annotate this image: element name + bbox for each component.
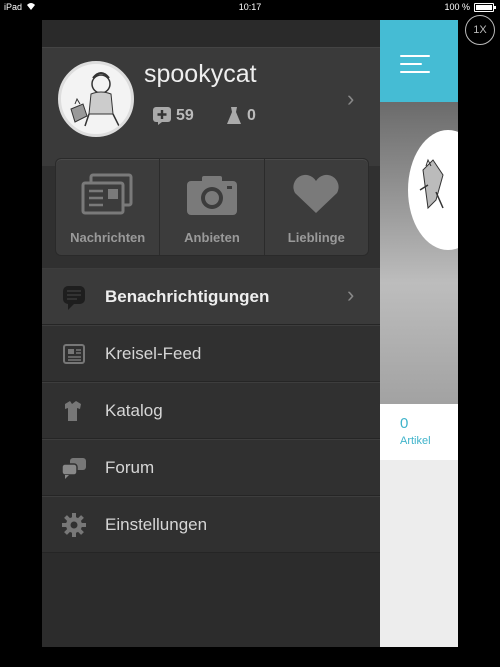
- menu-item-feed[interactable]: Kreisel-Feed: [42, 325, 380, 382]
- avatar: [58, 61, 134, 137]
- points-stat: 59: [152, 106, 194, 126]
- side-drawer: spookycat 59 0 › Nachrichten Anbieten Li…: [42, 20, 380, 647]
- zoom-button[interactable]: 1X: [465, 15, 495, 45]
- articles-label: Artikel: [400, 435, 431, 447]
- inbox-icon: [81, 173, 133, 215]
- menu-label-notifications: Benachrichtigungen: [105, 287, 270, 306]
- menu-item-notifications[interactable]: Benachrichtigungen ›: [42, 268, 380, 325]
- clock: 10:17: [238, 2, 262, 12]
- items-stat: 0: [225, 106, 256, 126]
- menu-label-catalog: Katalog: [105, 401, 163, 420]
- offer-label: Anbieten: [184, 230, 240, 245]
- newspaper-icon: [63, 344, 85, 364]
- favorites-button[interactable]: Lieblinge: [263, 159, 368, 255]
- camera-icon: [186, 176, 237, 215]
- menu-item-settings[interactable]: Einstellungen: [42, 496, 380, 553]
- dress-icon: [227, 107, 241, 124]
- articles-count: 0: [400, 415, 409, 432]
- quick-actions: Nachrichten Anbieten Lieblinge: [55, 158, 369, 256]
- hamburger-menu-icon[interactable]: [400, 55, 430, 79]
- main-empty-area: [380, 460, 458, 647]
- favorites-label: Lieblinge: [287, 230, 345, 245]
- menu-label-feed: Kreisel-Feed: [105, 344, 202, 363]
- heart-icon: [293, 174, 339, 213]
- messages-button[interactable]: Nachrichten: [56, 159, 159, 255]
- chevron-right-icon: ›: [347, 86, 355, 111]
- offer-button[interactable]: Anbieten: [159, 159, 263, 255]
- menu-item-catalog[interactable]: Katalog: [42, 382, 380, 439]
- clothing-icon: [65, 401, 81, 421]
- points-count: 59: [176, 107, 194, 124]
- chevron-right-icon: ›: [347, 282, 355, 307]
- menu-label-forum: Forum: [105, 458, 155, 477]
- battery-percent: 100 %: [444, 2, 470, 12]
- avatar-illustration-icon: [70, 72, 120, 127]
- drawer-empty-area: [42, 553, 380, 647]
- speech-bubble-icon: [63, 286, 85, 310]
- items-count: 0: [247, 107, 256, 124]
- items-stat-panel: [380, 404, 458, 460]
- status-right: 100 %: [444, 2, 496, 12]
- main-content-peek[interactable]: 0 Artikel: [380, 20, 458, 647]
- gear-icon: [62, 513, 86, 537]
- drawer-top-bar: [42, 20, 380, 47]
- username: spookycat: [144, 60, 257, 88]
- menu-label-settings: Einstellungen: [105, 515, 208, 534]
- messages-label: Nachrichten: [70, 230, 146, 245]
- chat-bubbles-icon: [61, 458, 86, 479]
- profile-header[interactable]: spookycat 59 0 ›: [42, 47, 380, 166]
- main-header: [380, 20, 458, 102]
- plus-badge-icon: [153, 107, 171, 125]
- status-bar: iPad 10:17 100 %: [0, 0, 500, 14]
- battery-icon: [474, 2, 496, 12]
- menu-item-forum[interactable]: Forum: [42, 439, 380, 496]
